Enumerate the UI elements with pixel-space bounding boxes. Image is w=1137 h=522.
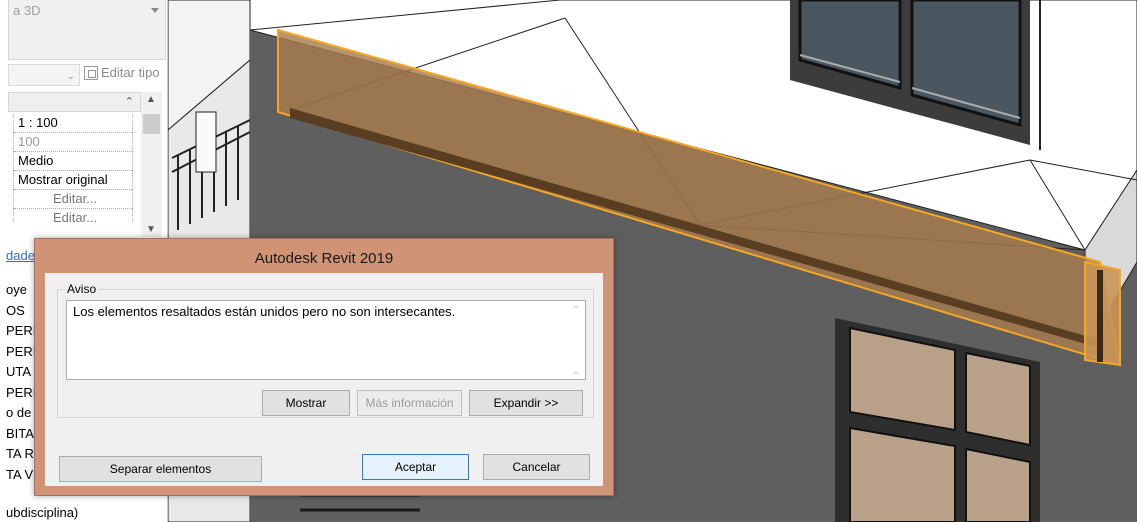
warning-group: Los elementos resaltados están unidos pe… [57,289,594,418]
warning-dialog: Autodesk Revit 2019 Los elementos resalt… [34,238,614,496]
edit-button[interactable]: Editar... [14,209,132,223]
scroll-up-icon[interactable]: ⌃ [572,305,580,316]
property-value[interactable]: Mostrar original [14,171,132,190]
chevron-down-icon: ⌄ [66,71,75,82]
type-row: ⌄ Editar tipo [8,62,166,88]
property-row-visibility[interactable]: Mostrar original [8,171,141,190]
show-button[interactable]: Mostrar [262,390,350,416]
property-row-scale-value[interactable]: 100 [8,133,141,152]
expand-button[interactable]: Expandir >> [469,390,583,416]
dialog-body: Los elementos resaltados están unidos pe… [45,273,603,486]
ok-button[interactable]: Aceptar [362,454,469,480]
property-row-scale[interactable]: 1 : 100 [8,114,141,133]
property-row-detail-level[interactable]: Medio [8,152,141,171]
properties-help-link[interactable]: dade [6,248,35,263]
warning-message: Los elementos resaltados están unidos pe… [73,304,456,319]
unjoin-elements-button[interactable]: Separar elementos [59,456,262,482]
properties-group-header[interactable]: ⌃ [8,92,141,112]
property-value[interactable]: 1 : 100 [14,114,132,133]
warning-group-label: Aviso [65,282,99,296]
scroll-down-icon[interactable]: ⌄ [572,366,580,377]
warning-message-box[interactable]: Los elementos resaltados están unidos pe… [66,300,586,380]
edit-button[interactable]: Editar... [14,190,132,209]
more-info-button[interactable]: Más información [357,390,462,416]
cancel-button[interactable]: Cancelar [483,454,590,480]
edit-type-icon [84,65,98,80]
collapse-icon[interactable]: ⌃ [125,95,134,108]
scroll-thumb[interactable] [143,114,160,134]
instance-filter-dropdown[interactable]: ⌄ [8,64,80,86]
chevron-down-icon [151,8,159,13]
view-type-selector[interactable]: a 3D [8,0,166,60]
dialog-title[interactable]: Autodesk Revit 2019 [35,239,613,277]
view-type-label: a 3D [13,3,41,18]
property-row-edit-1[interactable]: Editar... [8,190,141,209]
property-value[interactable]: 100 [14,133,132,152]
scroll-up-icon[interactable]: ▲ [146,94,156,105]
edit-type-button[interactable]: Editar tipo [84,65,160,80]
property-value[interactable]: Medio [14,152,132,171]
properties-scrollbar[interactable]: ▲ ▼ [141,92,162,237]
tree-item-subdiscipline[interactable]: ubdisciplina) [6,505,78,520]
edit-type-label: Editar tipo [101,65,160,80]
property-row-edit-2[interactable]: Editar... [8,209,141,223]
scroll-down-icon[interactable]: ▼ [146,224,156,235]
